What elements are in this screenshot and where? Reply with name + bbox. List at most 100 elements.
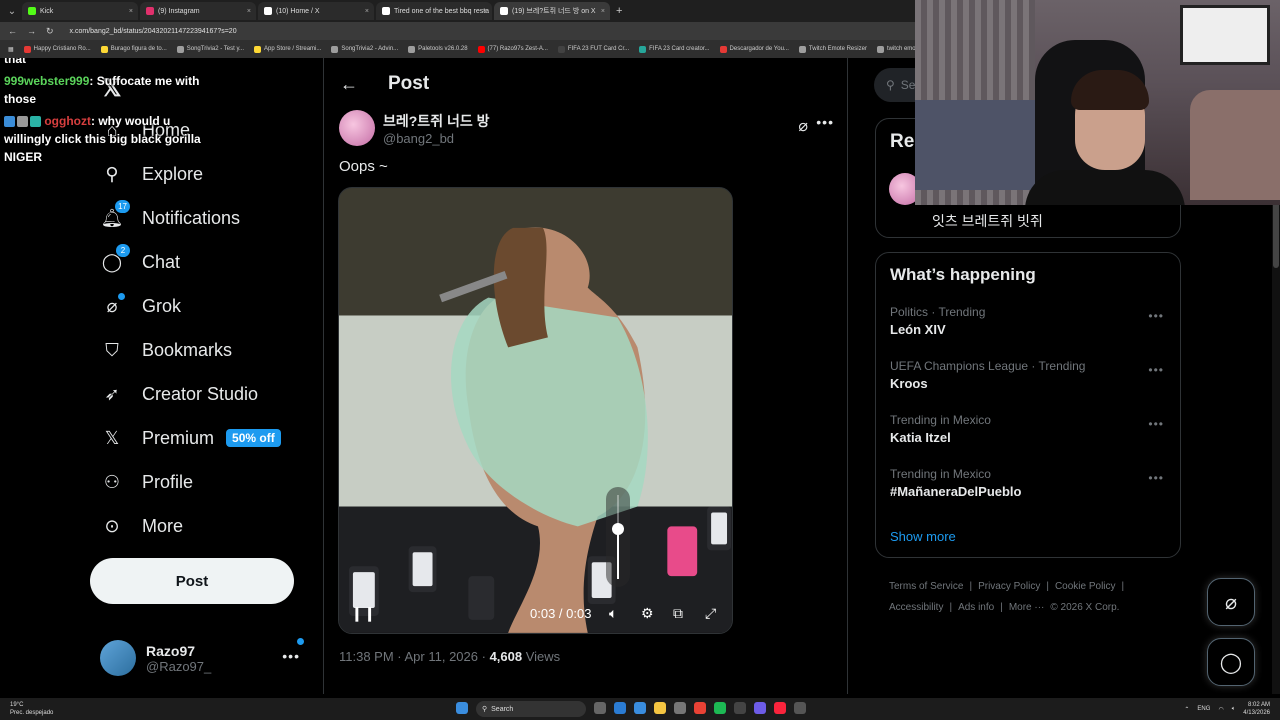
bookmark-item[interactable]: App Store / Streami... [254, 45, 321, 53]
bookmark-item[interactable]: Burago figura de to... [100, 45, 167, 53]
chrome-icon[interactable] [694, 702, 706, 714]
bookmark-item[interactable]: FIFA 23 Card creator... [639, 45, 710, 53]
trend-item[interactable]: Politics · Trending León XIV ••• [890, 305, 1170, 345]
author-name[interactable]: 브레?트쥐 너드 방 [383, 111, 490, 131]
app-icon[interactable] [734, 702, 746, 714]
picture-in-picture-icon[interactable]: ⧉ [673, 605, 683, 622]
author-handle[interactable]: @bang2_bd [383, 131, 490, 146]
forward-arrow-icon[interactable]: → [27, 26, 36, 36]
music-icon[interactable] [774, 702, 786, 714]
bookmark-favicon-icon [477, 45, 485, 53]
language-indicator[interactable]: ENG [1197, 706, 1210, 712]
tab-label: (10) Home / X [276, 7, 320, 15]
bookmark-item[interactable]: FIFA 23 FUT Card Cr... [557, 45, 629, 53]
clock[interactable]: 8:02 AM 4/13/2026 [1243, 701, 1270, 717]
store-icon[interactable] [634, 702, 646, 714]
apps-grid-icon[interactable]: ▦ [8, 46, 14, 53]
nav-item-grok[interactable]: ⌀ Grok [100, 288, 181, 324]
volume-icon[interactable]: 🔈︎ [609, 605, 617, 622]
footer-link[interactable]: Accessibility [889, 602, 943, 613]
explorer-icon[interactable] [654, 702, 666, 714]
views-label: Views [522, 649, 561, 664]
bookmark-item[interactable]: Descargador de You... [719, 45, 789, 53]
author-avatar[interactable] [339, 110, 375, 146]
app-icon[interactable] [794, 702, 806, 714]
bookmark-label: Twitch Emote Resizer [808, 46, 867, 52]
post-button[interactable]: Post [90, 558, 294, 604]
tab-close-icon[interactable]: × [483, 8, 487, 15]
bookmark-item[interactable]: SongTrivia2 - Advin... [331, 45, 398, 53]
more-dots-icon[interactable]: ••• [1148, 471, 1164, 485]
more-dots-icon[interactable]: ••• [816, 114, 834, 130]
relevant-name[interactable]: 잇츠 브레트쥐 빗쥐 [932, 211, 1043, 231]
bookmark-item[interactable]: Happy Cristiano Ro... [23, 45, 91, 53]
video-player[interactable]: ❙❙ 0:03 / 0:03 🔈︎ ⚙ ⧉ ⤢ [338, 187, 733, 634]
nav-item-premium[interactable]: 𝕏 Premium 50% off [100, 420, 281, 456]
start-icon[interactable] [456, 702, 468, 714]
tray-chevron-icon[interactable]: ⌃ [1184, 706, 1189, 713]
bookmark-label: Paletools v26.0.28 [418, 46, 468, 52]
bookmark-item[interactable]: SongTrivia2 - Test y... [176, 45, 244, 53]
grok-fab-button[interactable]: ⌀ [1207, 578, 1255, 626]
spotify-icon[interactable] [714, 702, 726, 714]
bookmark-favicon-icon [719, 45, 727, 53]
settings-gear-icon[interactable]: ⚙ [641, 605, 654, 622]
bookmark-label: Descargador de You... [729, 46, 789, 52]
weather-widget[interactable]: 19°C Prec. despejado [10, 701, 53, 717]
post-timestamp[interactable]: 11:38 PM · Apr 11, 2026 · [339, 649, 490, 664]
speaker-icon[interactable]: 🔈︎ [1232, 706, 1236, 713]
nav-item-notifications[interactable]: 🔔︎ 17 Notifications [100, 200, 240, 236]
fullscreen-icon[interactable]: ⤢ [705, 605, 716, 622]
browser-tab[interactable]: Kick × [22, 2, 138, 20]
footer-link[interactable]: Ads info [958, 602, 994, 613]
nav-item-profile[interactable]: ⚇ Profile [100, 464, 193, 500]
back-arrow-icon[interactable]: ← [8, 26, 17, 36]
browser-tab[interactable]: (10) Home / X × [258, 2, 374, 20]
new-tab-button[interactable]: + [616, 5, 622, 17]
footer-link[interactable]: More ··· [1009, 602, 1045, 613]
footer-link[interactable]: Terms of Service [889, 581, 963, 592]
taskbar-search[interactable]: ⚲ Search [476, 701, 586, 717]
more-dots-icon[interactable]: ••• [282, 648, 300, 664]
bookmark-item[interactable]: Twitch Emote Resizer [798, 45, 867, 53]
trend-item[interactable]: Trending in Mexico #MañaneraDelPueblo ••• [890, 467, 1170, 507]
tab-close-icon[interactable]: × [365, 8, 369, 15]
nav-item-bookmarks[interactable]: ⛉ Bookmarks [100, 332, 232, 368]
more-dots-icon[interactable]: ••• [1148, 309, 1164, 323]
trend-item[interactable]: Trending in Mexico Katia Itzel ••• [890, 413, 1170, 453]
more-dots-icon[interactable]: ••• [1148, 363, 1164, 377]
nav-item-more[interactable]: ⊙ More [100, 508, 183, 544]
task-view-icon[interactable] [594, 702, 606, 714]
bookmark-favicon-icon [23, 45, 31, 53]
nav-item-creator-studio[interactable]: ➶ Creator Studio [100, 376, 258, 412]
volume-knob[interactable] [612, 522, 624, 535]
tab-menu-icon[interactable]: ⌄ [4, 3, 20, 19]
bookmark-item[interactable]: (77) Razo97s Zest-A... [477, 45, 548, 53]
volume-slider[interactable] [606, 487, 630, 587]
browser-tab[interactable]: (19) 브레?트쥐 너드 방 on X × [494, 2, 610, 20]
discord-icon[interactable] [754, 702, 766, 714]
bookmark-item[interactable]: Paletools v26.0.28 [408, 45, 468, 53]
tab-close-icon[interactable]: × [129, 8, 133, 15]
back-arrow-icon[interactable]: ← [340, 74, 360, 95]
pause-icon[interactable]: ❙❙ [351, 605, 376, 622]
tab-close-icon[interactable]: × [247, 8, 251, 15]
tab-close-icon[interactable]: × [601, 8, 605, 15]
reload-icon[interactable]: ↻ [46, 26, 54, 37]
more-dots-icon[interactable]: ••• [1148, 417, 1164, 431]
browser-tab[interactable]: (9) Instagram × [140, 2, 256, 20]
footer-link[interactable]: Privacy Policy [978, 581, 1040, 592]
url-field[interactable]: x.com/bang2_bd/status/204320211472239416… [70, 28, 237, 35]
mail-icon[interactable] [674, 702, 686, 714]
browser-tab[interactable]: Tired one of the best bbq resta × [376, 2, 492, 20]
nav-item-chat[interactable]: ◯ 2 Chat [100, 244, 180, 280]
show-more-link[interactable]: Show more [890, 529, 956, 544]
trend-item[interactable]: UEFA Champions League · Trending Kroos ••• [890, 359, 1170, 399]
grok-icon[interactable]: ⌀ [798, 116, 808, 136]
footer-link[interactable]: Cookie Policy [1055, 581, 1116, 592]
account-switcher[interactable]: Razo97 @Razo97_ ••• [100, 638, 310, 678]
bookmark-favicon-icon [557, 45, 565, 53]
wifi-icon[interactable]: ◠ [1218, 706, 1223, 713]
edge-icon[interactable] [614, 702, 626, 714]
chat-fab-button[interactable]: ◯ [1207, 638, 1255, 686]
